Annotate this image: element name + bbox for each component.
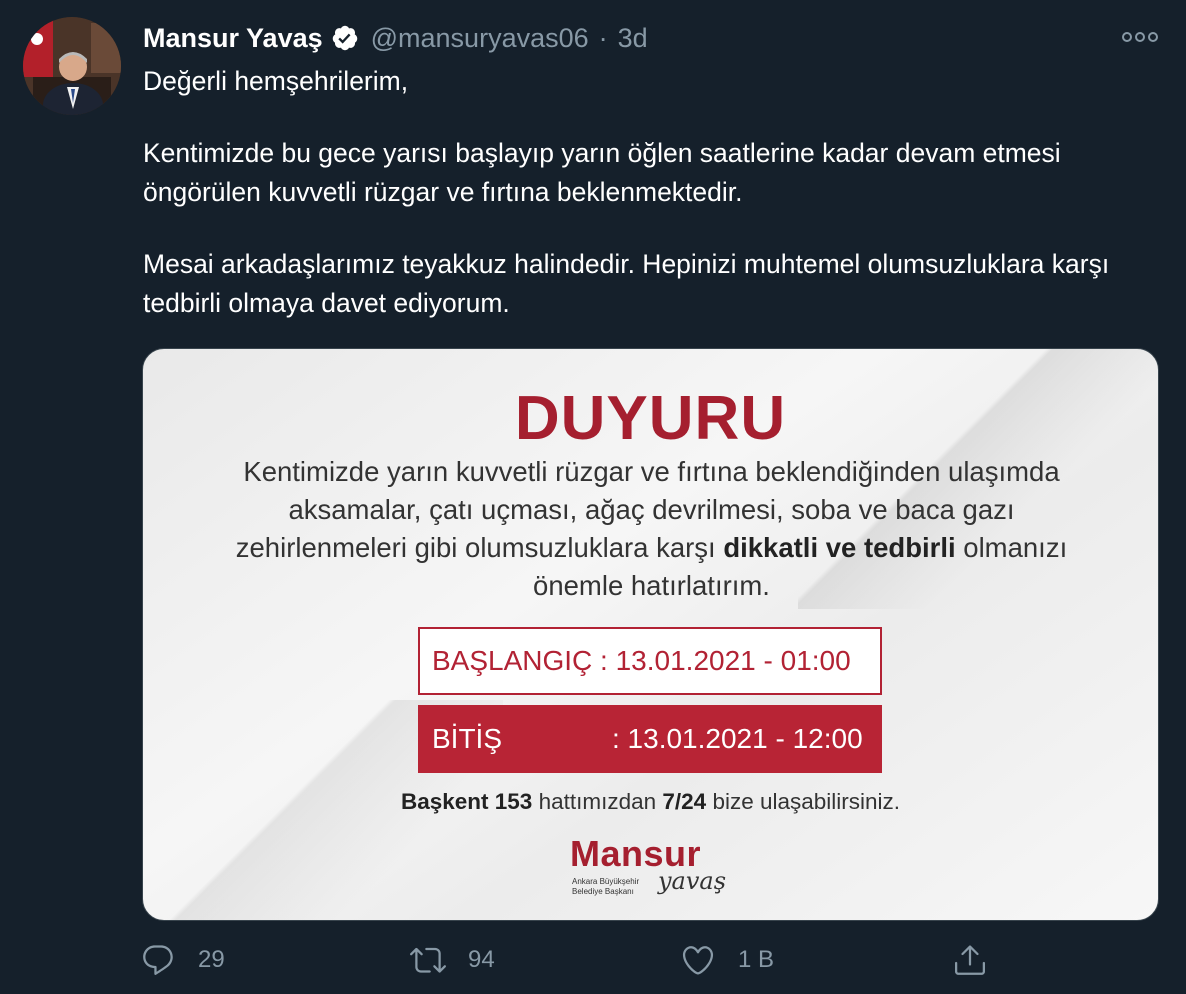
tweet-paragraph: Kentimizde bu gece yarısı başlayıp yarın… (143, 138, 1061, 207)
contact-mid-text: hattımızdan (532, 789, 663, 814)
like-icon (682, 946, 714, 975)
tweet-paragraph: Mesai arkadaşlarımız teyakkuz halindedir… (143, 249, 1110, 318)
tweet[interactable]: Mansur Yavaş @mansuryavas06 · 3d Değerli… (0, 0, 1186, 994)
end-label: BİTİŞ (432, 723, 503, 754)
share-icon (955, 945, 985, 975)
timestamp[interactable]: 3d (618, 23, 648, 54)
signature-logo: Mansur Ankara Büyükşehir Belediye Başkan… (570, 833, 740, 911)
avatar-image (23, 17, 121, 115)
reply-button[interactable]: 29 (140, 938, 225, 982)
like-count: 1 B (738, 946, 775, 973)
end-time-box: BİTİŞ : 13.01.2021 - 12:00 (418, 705, 882, 773)
contact-hotline: Başkent 153 (400, 789, 533, 814)
like-button[interactable]: 1 B (680, 938, 774, 982)
author-handle[interactable]: @mansuryavas06 (371, 23, 589, 54)
retweet-count: 94 (468, 946, 495, 973)
author-name[interactable]: Mansur Yavaş (143, 23, 323, 54)
end-time-value: : 13.01.2021 - 12:00 (612, 723, 863, 754)
verified-badge-icon (331, 24, 359, 52)
announcement-heading: DUYURU (514, 384, 787, 453)
start-time-text: BAŞLANGIÇ : 13.01.2021 - 01:00 (432, 645, 851, 676)
tweet-text: Değerli hemşehrilerim, Kentimizde bu gec… (143, 62, 1153, 323)
announcement-text: Kentimizde yarın kuvvetli rüzgar ve fırt… (203, 453, 1100, 605)
retweet-button[interactable]: 94 (410, 938, 495, 982)
tweet-paragraph: Değerli hemşehrilerim, (143, 66, 409, 96)
avatar[interactable] (23, 17, 121, 115)
logo-script: yavaş (658, 867, 727, 895)
contact-end-text: bize ulaşabilirsiniz. (706, 789, 901, 814)
reply-icon (143, 945, 173, 975)
retweet-icon (410, 947, 446, 973)
logo-subtitle: Ankara Büyükşehir Belediye Başkanı (572, 877, 640, 896)
media-image[interactable]: DUYURU Kentimizde yarın kuvvetli rüzgar … (142, 348, 1159, 921)
more-icon[interactable] (1120, 24, 1160, 50)
notice-bold-text: dikkatli ve tedbirli (723, 532, 956, 563)
reply-count: 29 (198, 946, 225, 973)
tweet-header: Mansur Yavaş @mansuryavas06 · 3d (143, 18, 648, 58)
start-time-box: BAŞLANGIÇ : 13.01.2021 - 01:00 (418, 627, 882, 695)
tweet-actions: 29 94 1 B (140, 938, 1020, 982)
contact-line: Başkent 153 hattımızdan 7/24 bize ulaşab… (143, 789, 1158, 815)
share-button[interactable] (952, 938, 988, 982)
contact-hours: 7/24 (662, 789, 707, 814)
separator-dot: · (598, 22, 608, 53)
